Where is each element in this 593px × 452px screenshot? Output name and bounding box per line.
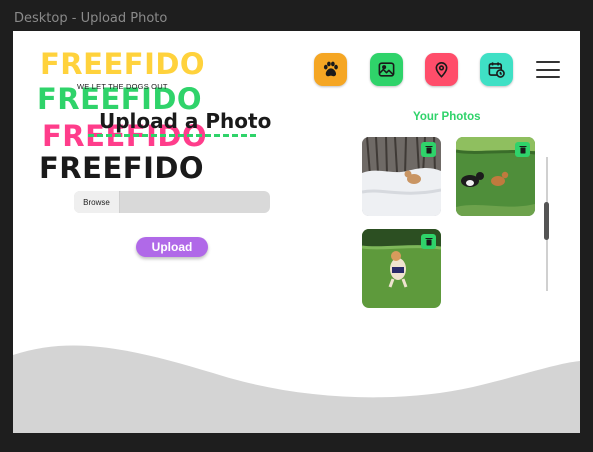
delete-photo-button[interactable]: [421, 234, 436, 249]
photo-item[interactable]: [362, 137, 441, 216]
photo-item[interactable]: [362, 229, 441, 308]
location-pin-icon: [435, 62, 448, 78]
title-underline: [88, 134, 256, 137]
trash-icon: [519, 146, 526, 154]
file-input[interactable]: Browse: [74, 191, 270, 213]
page-canvas: FREEFIDO FREEFIDO FREEFIDO FREEFIDO WE L…: [13, 31, 580, 433]
delete-photo-button[interactable]: [421, 142, 436, 157]
nav-gallery-button[interactable]: [370, 53, 403, 86]
nav-location-button[interactable]: [425, 53, 458, 86]
logo[interactable]: FREEFIDO FREEFIDO FREEFIDO FREEFIDO WE L…: [37, 47, 209, 185]
photos-scrollbar-thumb[interactable]: [544, 202, 549, 240]
nav-paw-button[interactable]: [314, 53, 347, 86]
hamburger-icon[interactable]: [536, 61, 560, 78]
photos-title: Your Photos: [413, 111, 481, 123]
trash-icon: [425, 146, 432, 154]
calendar-clock-icon: [488, 62, 505, 78]
upload-button[interactable]: Upload: [136, 237, 208, 257]
logo-tagline: WE LET THE DOGS OUT: [77, 82, 168, 91]
delete-photo-button[interactable]: [515, 142, 530, 157]
browse-button[interactable]: Browse: [74, 191, 120, 213]
footer-wave: [13, 345, 580, 433]
paw-icon: [323, 61, 338, 77]
photo-item[interactable]: [456, 137, 535, 216]
upload-title: Upload a Photo: [99, 109, 272, 133]
nav-schedule-button[interactable]: [480, 53, 513, 86]
gallery-icon: [378, 62, 395, 77]
file-name-field[interactable]: [120, 191, 270, 213]
frame-label: Desktop - Upload Photo: [14, 11, 168, 26]
trash-icon: [425, 238, 432, 246]
